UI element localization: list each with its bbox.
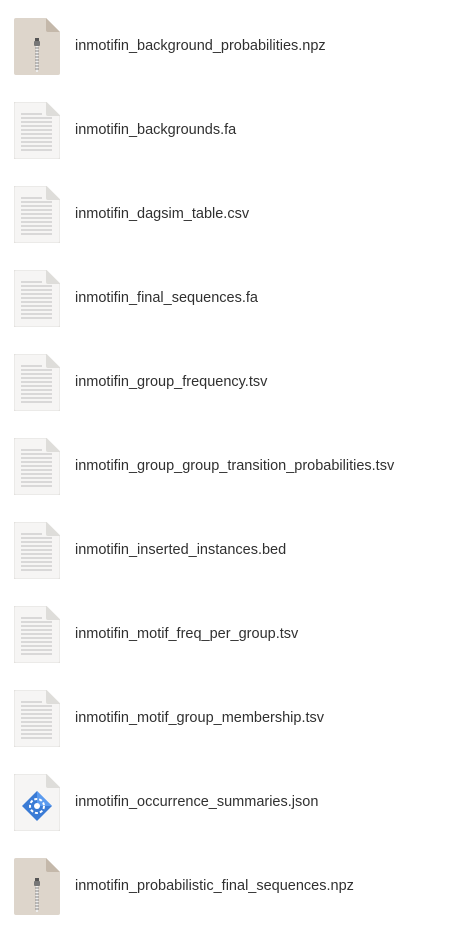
file-name: inmotifin_inserted_instances.bed xyxy=(75,542,287,558)
file-name: inmotifin_motif_freq_per_group.tsv xyxy=(75,626,299,642)
text-file-icon xyxy=(14,269,60,327)
text-file-icon xyxy=(14,521,60,579)
archive-icon xyxy=(14,17,60,75)
text-file-icon xyxy=(14,353,60,411)
file-item[interactable]: inmotifin_inserted_instances.bed xyxy=(0,508,456,592)
file-list: inmotifin_background_probabilities.npz i… xyxy=(0,0,456,933)
file-item[interactable]: inmotifin_motif_freq_per_group.tsv xyxy=(0,592,456,676)
file-name: inmotifin_probabilistic_final_sequences.… xyxy=(75,878,354,894)
file-item[interactable]: inmotifin_final_sequences.fa xyxy=(0,256,456,340)
file-item[interactable]: inmotifin_backgrounds.fa xyxy=(0,88,456,172)
file-item[interactable]: inmotifin_background_probabilities.npz xyxy=(0,4,456,88)
text-file-icon xyxy=(14,437,60,495)
json-file-icon xyxy=(14,773,60,831)
file-item[interactable]: inmotifin_occurrence_summaries.json xyxy=(0,760,456,844)
file-item[interactable]: inmotifin_group_frequency.tsv xyxy=(0,340,456,424)
text-file-icon xyxy=(14,605,60,663)
file-item[interactable]: inmotifin_motif_group_membership.tsv xyxy=(0,676,456,760)
file-name: inmotifin_backgrounds.fa xyxy=(75,122,237,138)
file-name: inmotifin_dagsim_table.csv xyxy=(75,206,250,222)
file-item[interactable]: inmotifin_probabilistic_final_sequences.… xyxy=(0,844,456,928)
file-name: inmotifin_motif_group_membership.tsv xyxy=(75,710,325,726)
archive-icon xyxy=(14,857,60,915)
file-name: inmotifin_background_probabilities.npz xyxy=(75,38,326,54)
file-name: inmotifin_group_frequency.tsv xyxy=(75,374,268,390)
text-file-icon xyxy=(14,185,60,243)
file-name: inmotifin_final_sequences.fa xyxy=(75,290,258,306)
file-name: inmotifin_group_group_transition_probabi… xyxy=(75,458,395,474)
text-file-icon xyxy=(14,689,60,747)
file-name: inmotifin_occurrence_summaries.json xyxy=(75,794,319,810)
text-file-icon xyxy=(14,101,60,159)
file-item[interactable]: inmotifin_dagsim_table.csv xyxy=(0,172,456,256)
file-item[interactable]: inmotifin_group_group_transition_probabi… xyxy=(0,424,456,508)
